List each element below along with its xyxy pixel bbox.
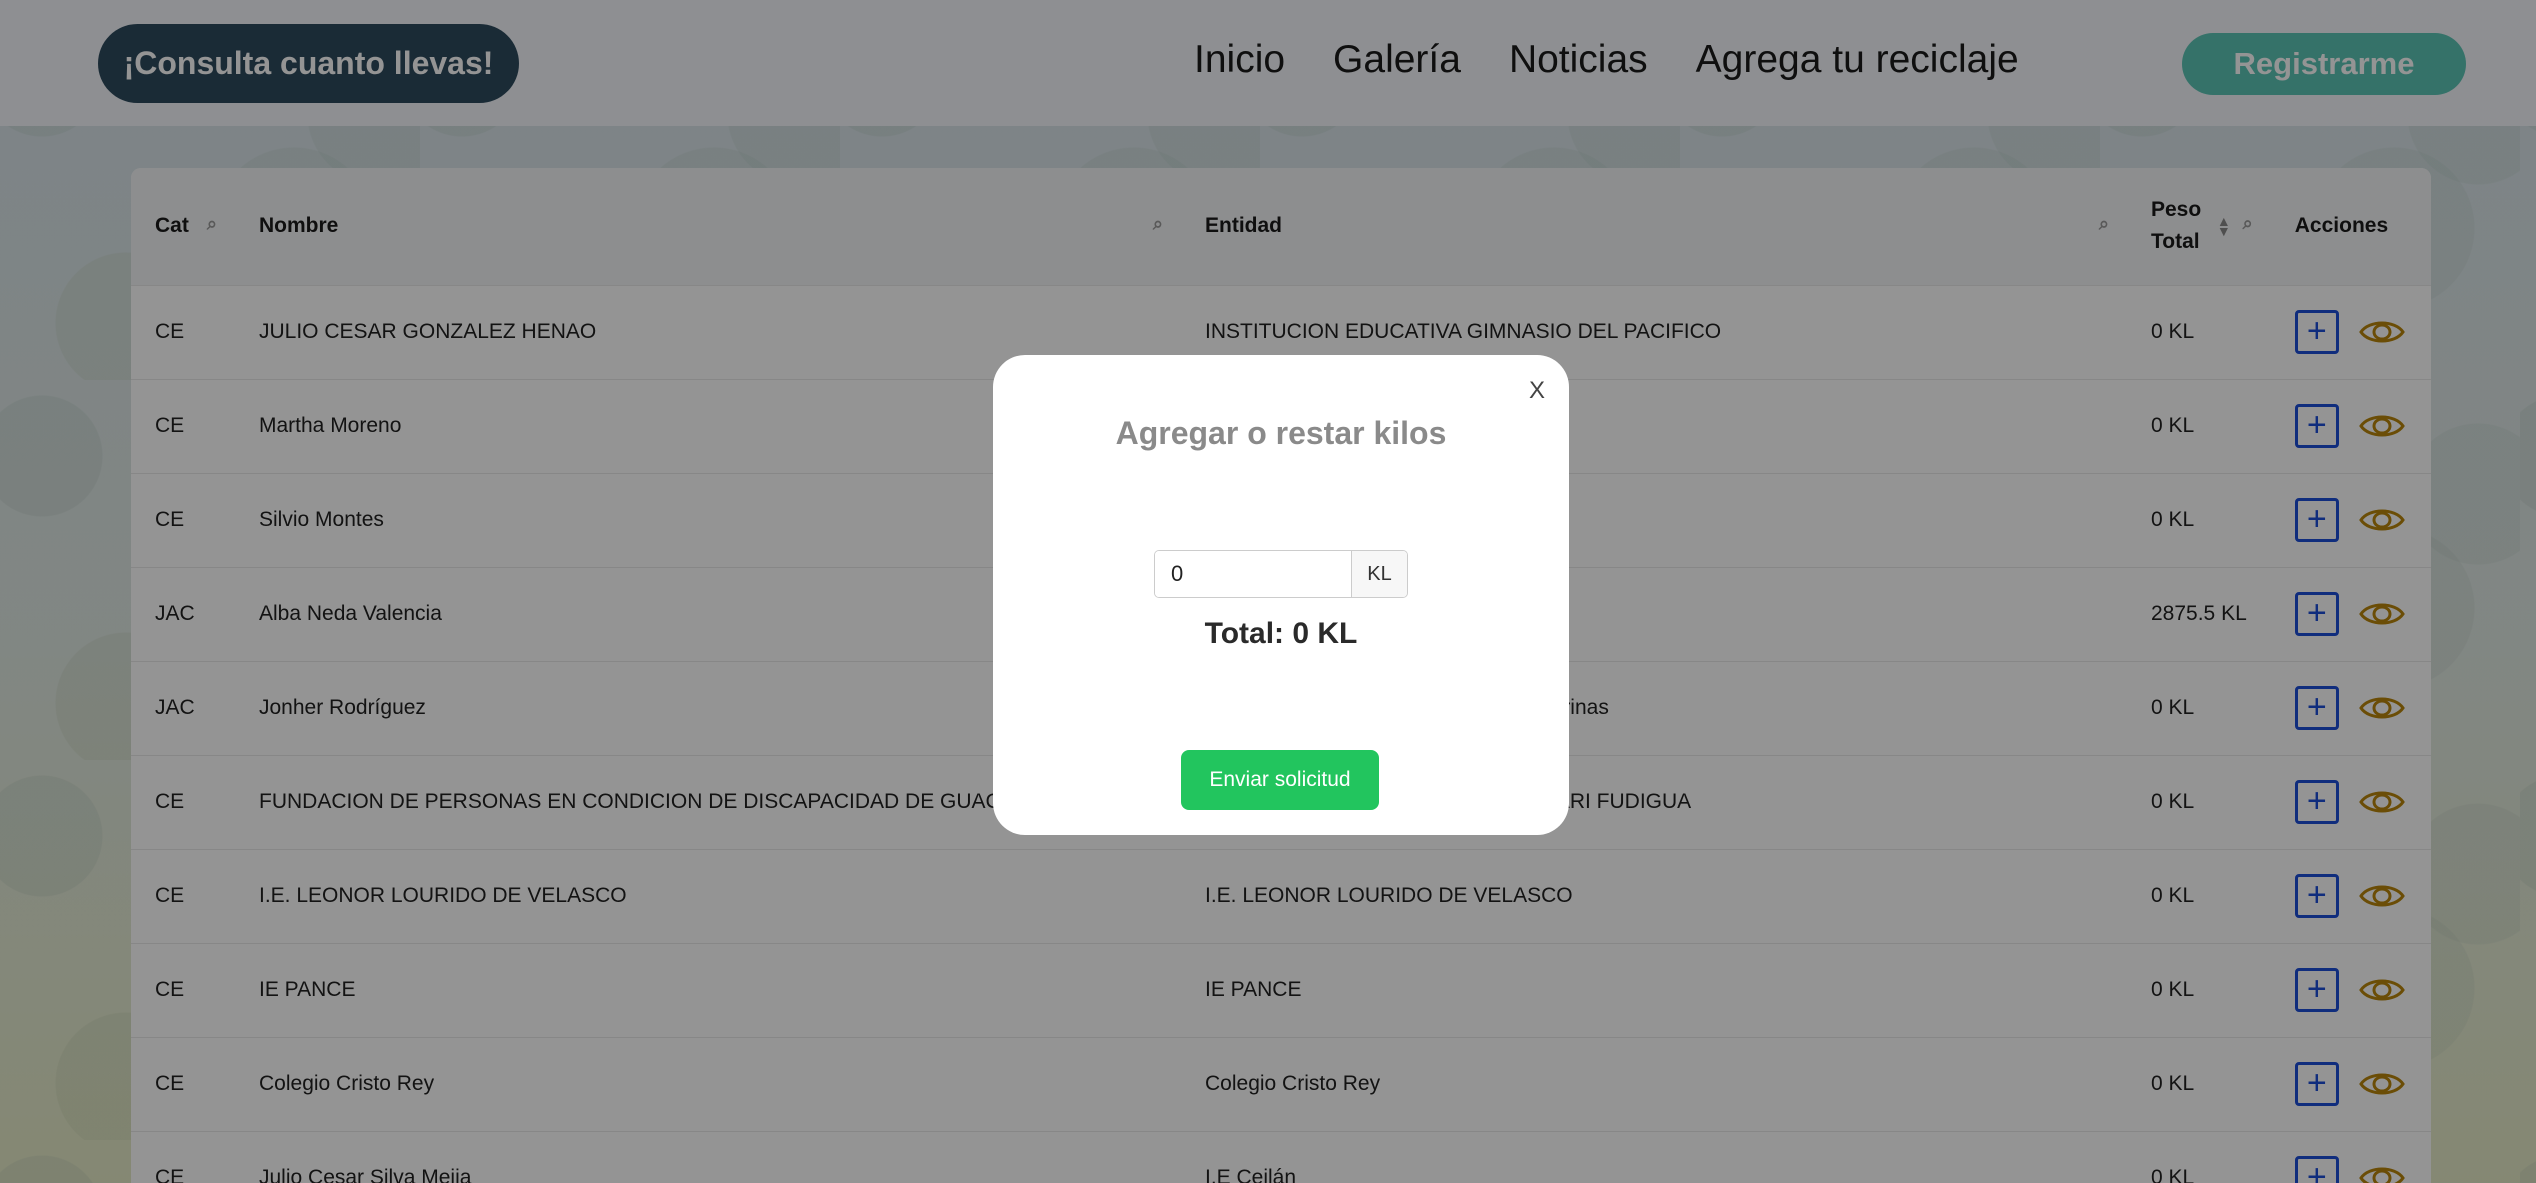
kilos-input[interactable] <box>1155 551 1351 597</box>
adjust-kilos-modal: X Agregar o restar kilos KL Total: 0 KL … <box>993 355 1569 835</box>
unit-addon: KL <box>1351 551 1407 597</box>
total-text: Total: 0 KL <box>1204 617 1358 650</box>
submit-button[interactable]: Enviar solicitud <box>1181 750 1379 810</box>
modal-title: Agregar o restar kilos <box>1115 415 1447 451</box>
kilos-input-group: KL <box>1154 550 1408 598</box>
close-button[interactable]: X <box>1529 377 1545 405</box>
